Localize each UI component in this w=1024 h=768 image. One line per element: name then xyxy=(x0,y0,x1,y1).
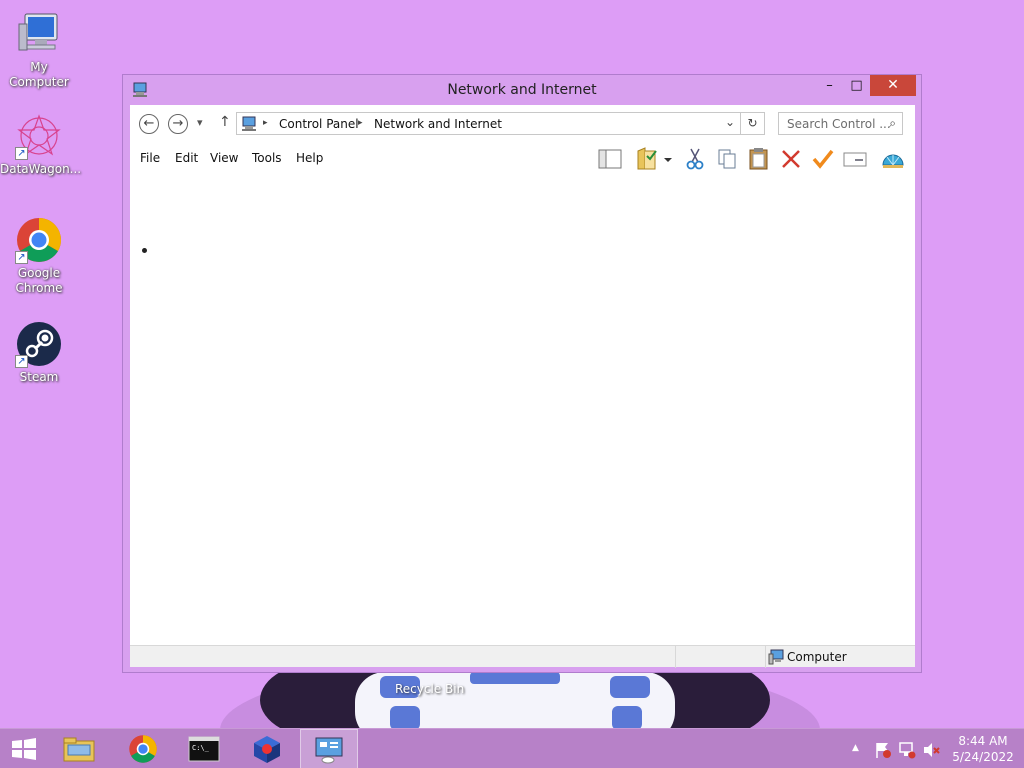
status-bar: Computer xyxy=(130,645,915,668)
close-button[interactable]: ✕ xyxy=(870,75,916,96)
shell-icon[interactable] xyxy=(880,147,906,171)
menu-view[interactable]: View xyxy=(210,151,238,165)
status-divider xyxy=(765,646,766,668)
content-area xyxy=(130,173,915,645)
taskbar-file-explorer[interactable] xyxy=(50,729,108,768)
forward-button[interactable]: → xyxy=(168,114,188,134)
properties-icon[interactable] xyxy=(842,147,868,171)
breadcrumb-control-panel[interactable]: Control Panel xyxy=(279,117,359,131)
explorer-window: Network and Internet – □ ✕ ← → ▾ ↑ ▸ Con… xyxy=(122,74,922,673)
desktop-icon-label: Google Chrome xyxy=(15,266,63,295)
menu-tools[interactable]: Tools xyxy=(252,151,282,165)
desktop-icon-google-chrome[interactable]: ↗ Google Chrome xyxy=(0,216,78,296)
computer-icon xyxy=(768,649,784,665)
terminal-icon: C:\_ xyxy=(188,736,220,762)
up-button[interactable]: ↑ xyxy=(219,114,231,130)
chrome-icon: ↗ xyxy=(15,216,63,264)
maximize-button[interactable]: □ xyxy=(843,75,870,96)
refresh-button[interactable]: ↻ xyxy=(741,112,765,135)
control-panel-icon xyxy=(242,116,256,131)
chrome-icon xyxy=(129,735,157,763)
desktop-icon-label: DataWagon... xyxy=(0,162,82,176)
desktop-icon-datawagon[interactable]: ↗ DataWagon... xyxy=(0,112,82,177)
desktop-icon-my-computer[interactable]: My Computer xyxy=(0,10,78,90)
dropdown-arrow-icon[interactable] xyxy=(661,147,675,171)
address-dropdown-button[interactable]: ⌄ xyxy=(725,115,735,129)
delete-icon[interactable] xyxy=(778,147,804,171)
paste-icon[interactable] xyxy=(746,147,772,171)
menu-edit[interactable]: Edit xyxy=(175,151,198,165)
checkmark-icon[interactable] xyxy=(810,147,836,171)
my-computer-icon xyxy=(15,10,63,58)
shortcut-arrow-icon: ↗ xyxy=(15,355,28,368)
clock-date: 5/24/2022 xyxy=(952,750,1014,764)
taskbar-chrome[interactable] xyxy=(114,729,172,768)
breadcrumb-network-and-internet[interactable]: Network and Internet xyxy=(374,117,502,131)
steam-icon: ↗ xyxy=(15,320,63,368)
taskbar-terminal[interactable]: C:\_ xyxy=(176,729,234,768)
shortcut-arrow-icon: ↗ xyxy=(15,251,28,264)
menu-help[interactable]: Help xyxy=(296,151,323,165)
app-cube-icon xyxy=(254,736,280,763)
datawagon-icon: ↗ xyxy=(15,112,63,160)
cut-icon[interactable] xyxy=(682,147,708,171)
control-panel-icon xyxy=(315,737,343,764)
clock-time: 8:44 AM xyxy=(958,734,1008,748)
shortcut-arrow-icon: ↗ xyxy=(15,147,28,160)
copy-icon[interactable] xyxy=(714,147,740,171)
start-button[interactable] xyxy=(10,738,38,760)
file-explorer-icon xyxy=(63,737,95,762)
layout-icon[interactable] xyxy=(597,147,623,171)
search-icon[interactable]: ⌕ xyxy=(889,116,896,131)
action-center-flag-icon[interactable] xyxy=(874,741,892,759)
breadcrumb-separator-icon[interactable]: ▸ xyxy=(358,118,363,128)
search-input[interactable]: Search Control ... ⌕ xyxy=(778,112,903,135)
window-client: ← → ▾ ↑ ▸ Control Panel ▸ Network and In… xyxy=(130,105,915,668)
network-icon[interactable] xyxy=(898,741,916,759)
taskbar: C:\_ ▲ 8:44 AM 5/24/2022 xyxy=(0,728,1024,768)
breadcrumb-separator-icon[interactable]: ▸ xyxy=(263,118,268,128)
desktop-icon-label: My Computer xyxy=(9,60,69,89)
address-box[interactable]: ▸ Control Panel ▸ Network and Internet ⌄ xyxy=(236,112,741,135)
recycle-bin-label[interactable]: Recycle Bin xyxy=(395,682,464,696)
volume-muted-icon[interactable] xyxy=(922,741,940,759)
menu-file[interactable]: File xyxy=(140,151,160,165)
search-placeholder: Search Control ... xyxy=(787,117,891,131)
recent-locations-dropdown[interactable]: ▾ xyxy=(197,116,203,129)
bullet-marker xyxy=(142,248,147,253)
status-divider xyxy=(675,646,676,668)
desktop-icon-steam[interactable]: ↗ Steam xyxy=(0,320,78,385)
taskbar-app-cube[interactable] xyxy=(238,729,296,768)
tray-overflow-chevron[interactable]: ▲ xyxy=(852,743,859,753)
taskbar-control-panel[interactable] xyxy=(300,729,358,768)
menu-bar: File Edit View Tools Help xyxy=(130,143,915,173)
status-location: Computer xyxy=(787,650,847,664)
window-title: Network and Internet xyxy=(447,82,597,98)
address-bar: ← → ▾ ↑ ▸ Control Panel ▸ Network and In… xyxy=(130,105,915,143)
back-button[interactable]: ← xyxy=(139,114,159,134)
desktop-icon-label: Steam xyxy=(19,370,59,384)
window-titlebar[interactable]: Network and Internet – □ ✕ xyxy=(123,75,921,105)
minimize-button[interactable]: – xyxy=(816,75,843,96)
taskbar-clock[interactable]: 8:44 AM 5/24/2022 xyxy=(952,733,1014,765)
svg-text:C:\_: C:\_ xyxy=(192,744,210,752)
folder-options-icon[interactable] xyxy=(635,147,661,171)
